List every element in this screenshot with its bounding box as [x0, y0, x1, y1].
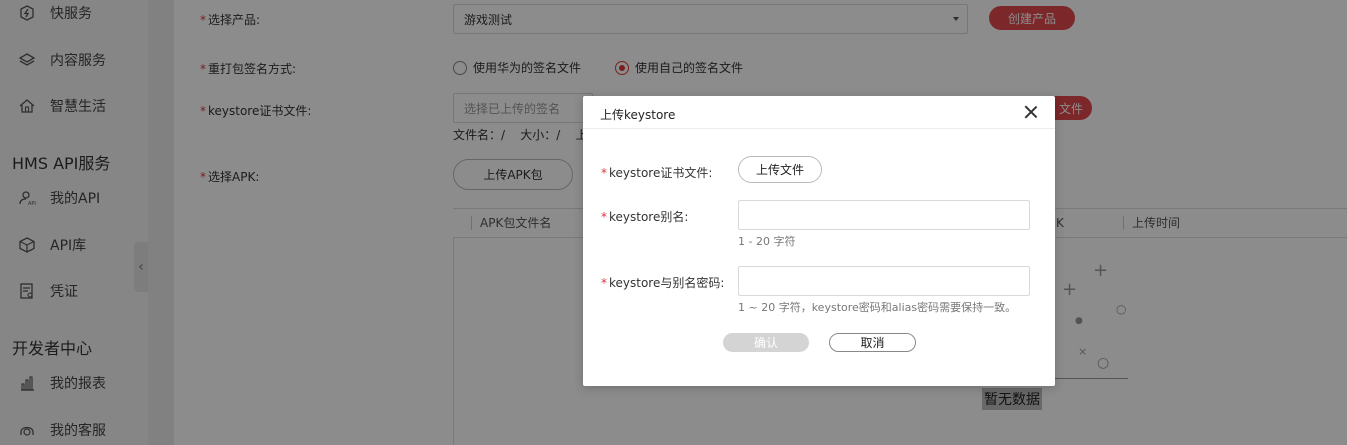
keystore-file-field-label: * keystore证书文件: [601, 166, 713, 180]
upload-keystore-dialog: 上传keystore * keystore证书文件: 上传文件 * keystore… [583, 96, 1055, 386]
alias-field-label: * keystore别名: [601, 210, 689, 224]
password-hint: 1 ~ 20 字符，keystore密码和alias密码需要保持一致。 [738, 301, 1017, 314]
alias-input[interactable] [738, 200, 1030, 230]
confirm-button[interactable]: 确认 [723, 333, 809, 352]
upload-file-button[interactable]: 上传文件 [738, 156, 822, 183]
close-icon[interactable] [1023, 104, 1039, 120]
dialog-title: 上传keystore [600, 108, 676, 122]
alias-hint: 1 - 20 字符 [738, 235, 796, 248]
password-field-label: * keystore与别名密码: [601, 276, 725, 290]
cancel-button[interactable]: 取消 [829, 333, 916, 352]
password-input[interactable] [738, 266, 1030, 296]
dialog-header: 上传keystore [583, 96, 1055, 129]
